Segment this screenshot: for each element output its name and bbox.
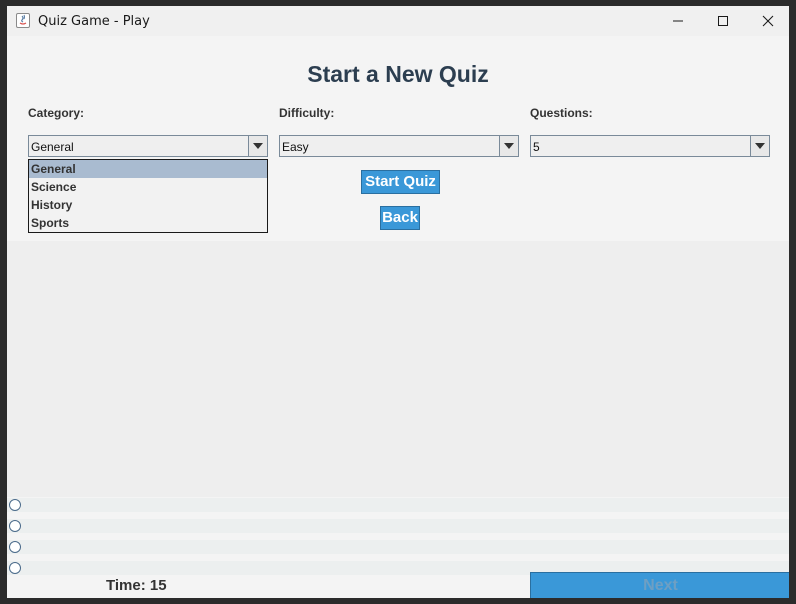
minimize-button[interactable]	[655, 6, 701, 36]
page-title: Start a New Quiz	[307, 61, 489, 87]
java-app-icon	[16, 13, 30, 28]
category-dropdown-list: General Science History Sports	[28, 159, 268, 233]
dropdown-option-general[interactable]: General	[29, 160, 267, 178]
chevron-down-icon[interactable]	[248, 136, 267, 156]
category-select[interactable]: General	[28, 135, 268, 157]
questions-select-value: 5	[533, 140, 540, 154]
category-select-value: General	[31, 140, 74, 154]
difficulty-select-value: Easy	[282, 140, 309, 154]
minimize-icon	[673, 20, 683, 22]
chevron-down-icon[interactable]	[499, 136, 518, 156]
close-button[interactable]	[745, 6, 789, 36]
difficulty-select[interactable]: Easy	[279, 135, 519, 157]
quiz-window: Quiz Game - Play Start a New Quiz Catego…	[7, 6, 789, 598]
next-button[interactable]: Next	[530, 572, 789, 598]
category-label: Category:	[28, 106, 85, 120]
title-bar[interactable]: Quiz Game - Play	[7, 6, 789, 36]
difficulty-label: Difficulty:	[279, 106, 335, 120]
chevron-down-icon[interactable]	[750, 136, 769, 156]
answer-option-row[interactable]	[7, 519, 789, 533]
radio-button-icon[interactable]	[9, 562, 21, 574]
close-icon	[762, 15, 774, 27]
back-button[interactable]: Back	[380, 206, 420, 230]
questions-select[interactable]: 5	[530, 135, 770, 157]
dropdown-option-sports[interactable]: Sports	[29, 214, 267, 232]
radio-button-icon[interactable]	[9, 499, 21, 511]
answer-option-row[interactable]	[7, 498, 789, 512]
start-quiz-button[interactable]: Start Quiz	[361, 170, 440, 194]
radio-button-icon[interactable]	[9, 520, 21, 532]
content-pane: Start a New Quiz Category: Difficulty: Q…	[7, 36, 789, 598]
dropdown-option-science[interactable]: Science	[29, 178, 267, 196]
answer-option-row[interactable]	[7, 540, 789, 554]
radio-button-icon[interactable]	[9, 541, 21, 553]
maximize-button[interactable]	[700, 6, 746, 36]
timer-label: Time: 15	[106, 577, 167, 594]
dropdown-option-history[interactable]: History	[29, 196, 267, 214]
window-title: Quiz Game - Play	[38, 14, 150, 29]
questions-label: Questions:	[530, 106, 593, 120]
maximize-icon	[718, 16, 728, 26]
question-panel	[7, 241, 789, 497]
